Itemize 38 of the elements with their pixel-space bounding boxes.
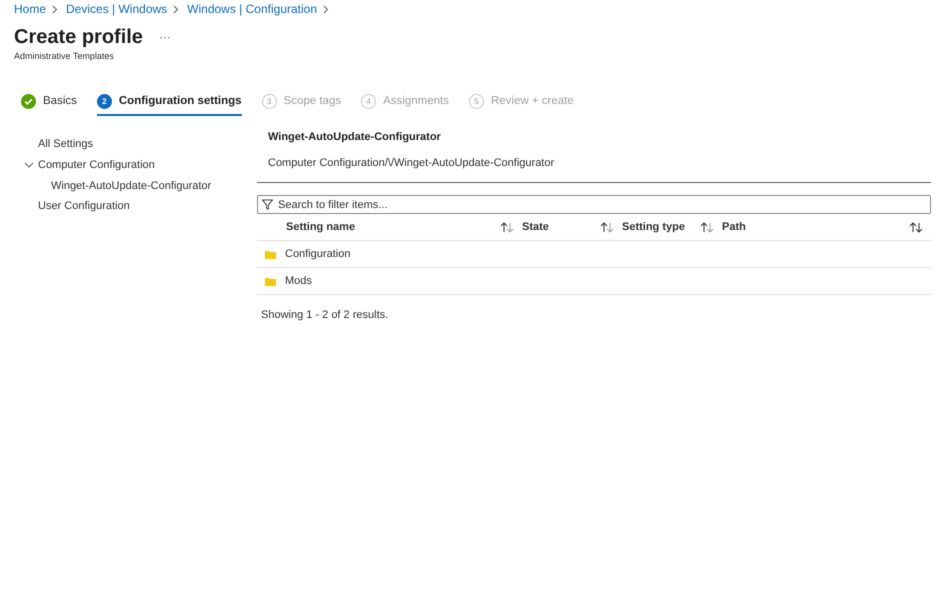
- step-number: 2: [96, 94, 112, 108]
- column-header[interactable]: Setting type: [622, 221, 685, 233]
- sort-icon[interactable]: [600, 222, 614, 232]
- step-number: 3: [262, 94, 277, 108]
- chevron-icon: [323, 4, 330, 14]
- filter-icon: [262, 199, 273, 210]
- page-title: Create profile: [14, 25, 143, 49]
- tree-item[interactable]: User Configuration: [38, 200, 130, 212]
- column-header[interactable]: State: [522, 221, 549, 233]
- chevron-icon: [173, 4, 180, 14]
- table-cell[interactable]: Mods: [285, 275, 312, 287]
- sort-icon[interactable]: [500, 222, 514, 232]
- wizard-tab[interactable]: 2 Configuration settings: [96, 89, 242, 116]
- step-number: 4: [361, 94, 376, 108]
- breadcrumb-link[interactable]: Home: [14, 2, 46, 16]
- check-icon: [21, 94, 36, 108]
- sort-icon[interactable]: [700, 222, 714, 232]
- results-count: Showing 1 - 2 of 2 results.: [260, 309, 390, 321]
- more-button[interactable]: ···: [158, 30, 171, 44]
- folder-icon: [265, 276, 276, 286]
- tree-item[interactable]: Winget-AutoUpdate-Configurator: [51, 180, 212, 192]
- step-number: 5: [468, 94, 484, 108]
- breadcrumb-link[interactable]: Windows | Configuration: [187, 2, 318, 16]
- breadcrumb-link[interactable]: Devices | Windows: [66, 2, 168, 16]
- section-path: Computer Configuration/\/Winget-AutoUpdate-Configurator: [267, 157, 556, 169]
- tree-item[interactable]: All Settings: [38, 138, 94, 150]
- section-title: Winget-AutoUpdate-Configurator: [267, 131, 442, 143]
- search-field[interactable]: Search to filter items...: [257, 195, 931, 214]
- column-header[interactable]: Path: [722, 221, 746, 233]
- sort-icon[interactable]: [909, 222, 923, 232]
- tree-item[interactable]: Computer Configuration: [38, 159, 155, 172]
- column-header[interactable]: Setting name: [286, 221, 356, 233]
- caret-icon[interactable]: [24, 160, 34, 170]
- page-subtitle: Administrative Templates: [14, 51, 115, 61]
- chevron-icon: [52, 4, 58, 14]
- wizard-tab[interactable]: Basics: [21, 89, 77, 116]
- table-cell[interactable]: Configuration: [285, 248, 350, 260]
- folder-icon: [265, 250, 276, 258]
